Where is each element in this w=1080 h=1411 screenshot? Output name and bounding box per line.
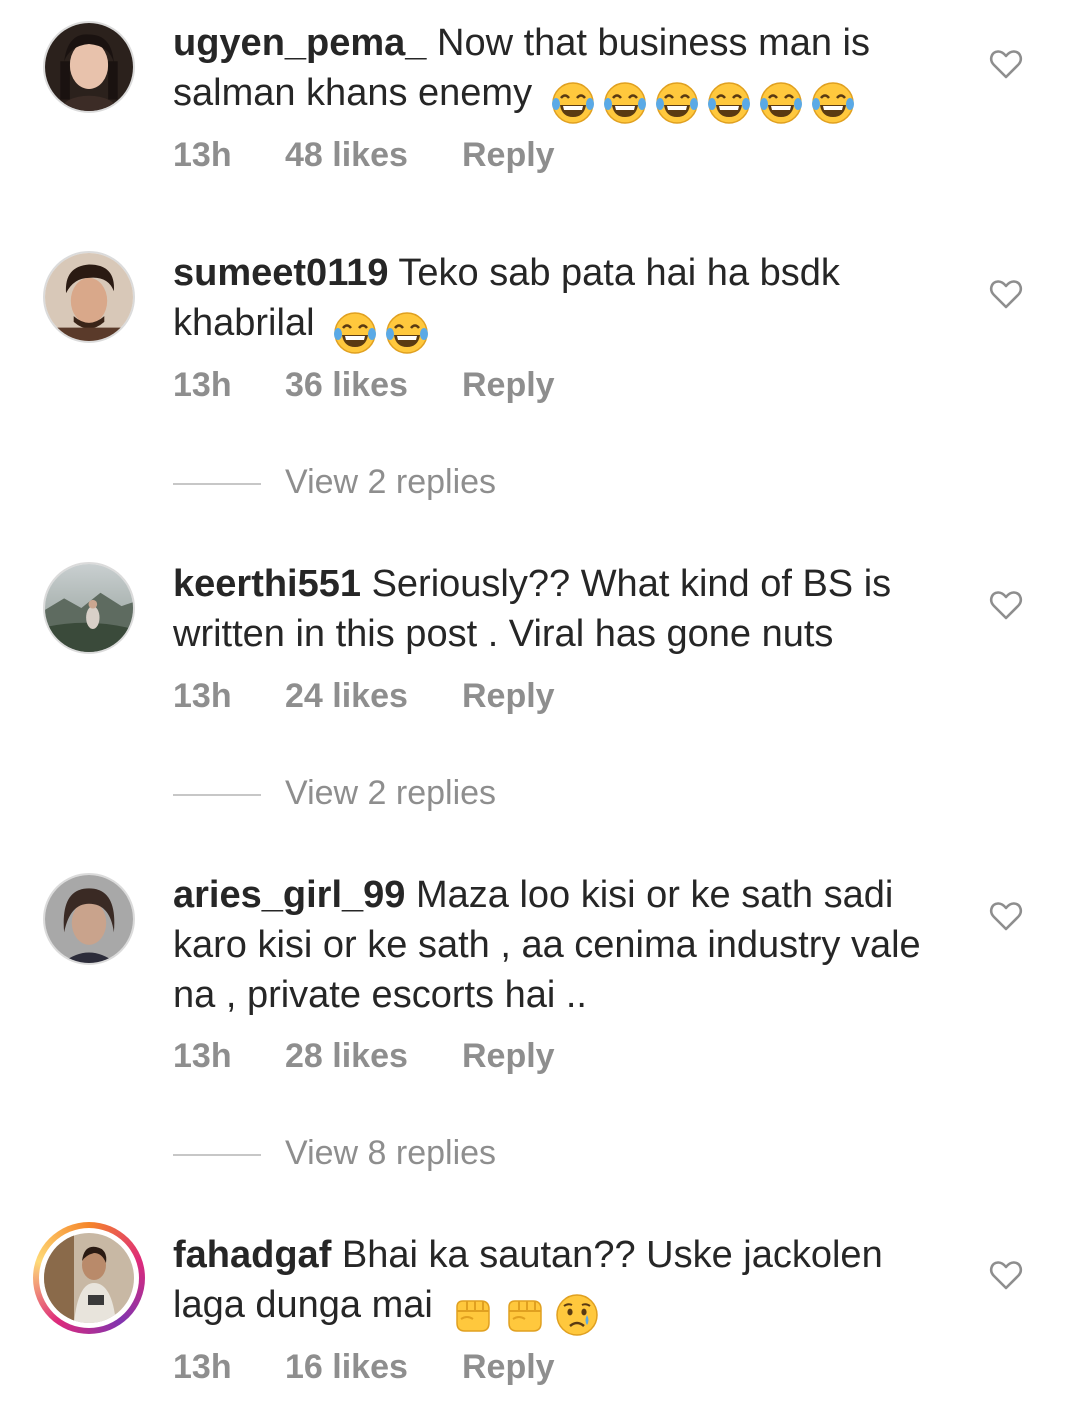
comment-likes[interactable]: 16 likes: [285, 1345, 462, 1389]
avatar[interactable]: [43, 251, 135, 343]
laughing-crying-emoji-icon: [385, 311, 429, 355]
laughing-crying-emoji-icon: [333, 311, 377, 355]
comment-time: 13h: [173, 1348, 232, 1386]
comment-meta: 13h 36 likes Reply: [173, 363, 555, 407]
comment-username[interactable]: keerthi551: [173, 563, 361, 605]
comment-meta: 13h 24 likes Reply: [173, 674, 555, 718]
reply-button[interactable]: Reply: [462, 674, 555, 718]
emoji-row: [551, 76, 863, 126]
reply-button[interactable]: Reply: [462, 1034, 555, 1078]
comment-time: 13h: [173, 677, 232, 715]
view-replies-button[interactable]: View 2 replies: [173, 771, 496, 815]
comment-username[interactable]: fahadgaf: [173, 1234, 331, 1276]
avatar-photo: [45, 564, 133, 652]
comment-username[interactable]: aries_girl_99: [173, 874, 405, 916]
laughing-crying-emoji-icon: [707, 81, 751, 125]
comment-meta: 13h 28 likes Reply: [173, 1034, 555, 1078]
view-replies-button[interactable]: View 2 replies: [173, 460, 496, 504]
avatar: [44, 1233, 134, 1323]
comment-text-block: sumeet0119 Teko sab pata hai ha bsdk kha…: [173, 248, 963, 356]
avatar-photo: [45, 23, 133, 111]
divider-line: [173, 483, 261, 486]
comment-username[interactable]: sumeet0119: [173, 252, 389, 294]
like-heart-icon[interactable]: [988, 1257, 1024, 1293]
avatar[interactable]: [43, 21, 135, 113]
comment-time: 13h: [173, 136, 232, 174]
comment-likes[interactable]: 28 likes: [285, 1034, 462, 1078]
laughing-crying-emoji-icon: [603, 81, 647, 125]
comment-text-block: aries_girl_99 Maza loo kisi or ke sath s…: [173, 870, 963, 1020]
like-heart-icon[interactable]: [988, 46, 1024, 82]
comment-likes[interactable]: 48 likes: [285, 133, 462, 177]
laughing-crying-emoji-icon: [655, 81, 699, 125]
avatar[interactable]: [43, 562, 135, 654]
comment-time: 13h: [173, 1037, 232, 1075]
oncoming-fist-emoji-icon: [503, 1293, 547, 1337]
like-heart-icon[interactable]: [988, 898, 1024, 934]
comment-meta: 13h 48 likes Reply: [173, 133, 555, 177]
comment-meta: 13h 16 likes Reply: [173, 1345, 555, 1389]
like-heart-icon[interactable]: [988, 276, 1024, 312]
view-replies-label: View 8 replies: [285, 1134, 497, 1172]
reply-button[interactable]: Reply: [462, 1345, 555, 1389]
avatar-ring-gap: [39, 1228, 139, 1328]
view-replies-label: View 2 replies: [285, 774, 497, 812]
comment-text-block: ugyen_pema_ Now that business man is sal…: [173, 18, 963, 126]
avatar-photo: [44, 1233, 134, 1323]
like-heart-icon[interactable]: [988, 587, 1024, 623]
divider-line: [173, 1154, 261, 1157]
crying-face-emoji-icon: [555, 1293, 599, 1337]
avatar-story-ring[interactable]: [33, 1222, 145, 1334]
avatar[interactable]: [43, 873, 135, 965]
avatar-photo: [45, 253, 133, 341]
comment-username[interactable]: ugyen_pema_: [173, 22, 426, 64]
comment-likes[interactable]: 24 likes: [285, 674, 462, 718]
view-replies-button[interactable]: View 8 replies: [173, 1131, 496, 1175]
view-replies-label: View 2 replies: [285, 463, 497, 501]
reply-button[interactable]: Reply: [462, 363, 555, 407]
laughing-crying-emoji-icon: [551, 81, 595, 125]
laughing-crying-emoji-icon: [811, 81, 855, 125]
emoji-row: [451, 1288, 607, 1338]
laughing-crying-emoji-icon: [759, 81, 803, 125]
oncoming-fist-emoji-icon: [451, 1293, 495, 1337]
comment-text-block: fahadgaf Bhai ka sautan?? Uske jackolen …: [173, 1230, 963, 1338]
comment-text-block: keerthi551 Seriously?? What kind of BS i…: [173, 559, 963, 659]
emoji-row: [333, 306, 437, 356]
avatar-photo: [45, 875, 133, 963]
divider-line: [173, 794, 261, 797]
comment-time: 13h: [173, 366, 232, 404]
reply-button[interactable]: Reply: [462, 133, 555, 177]
comment-likes[interactable]: 36 likes: [285, 363, 462, 407]
